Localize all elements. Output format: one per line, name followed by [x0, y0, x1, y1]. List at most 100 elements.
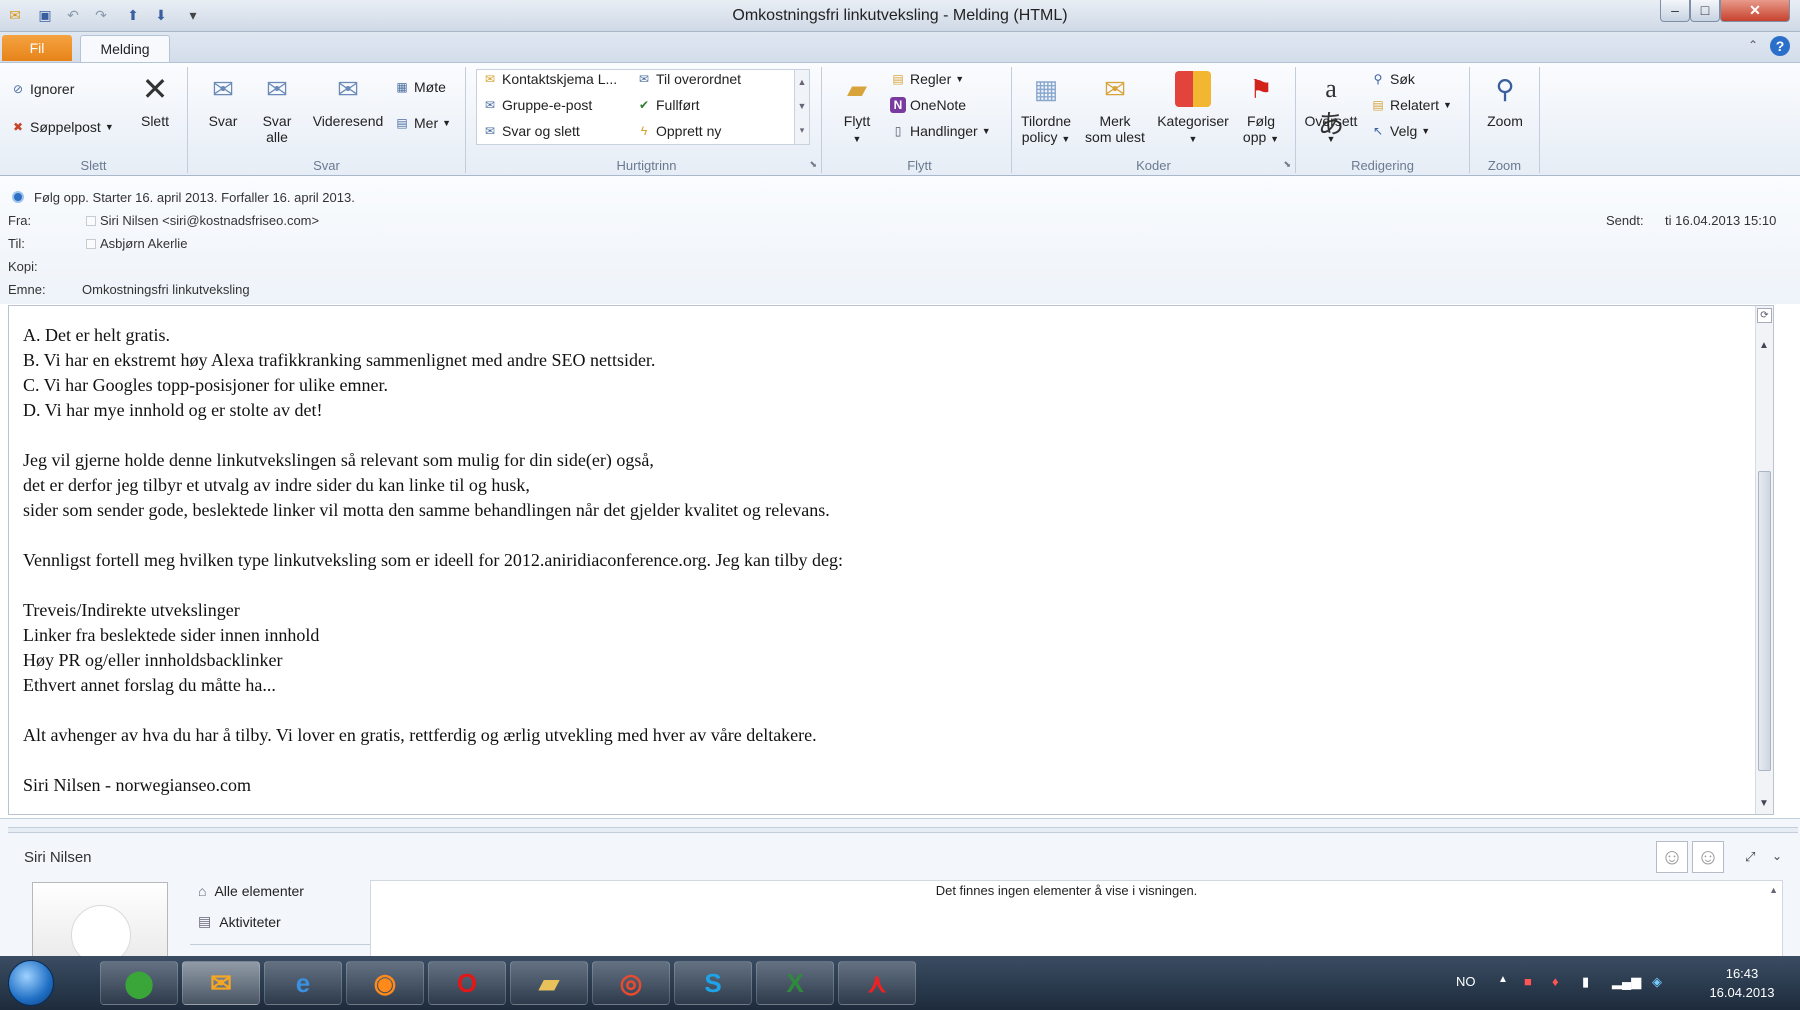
chrome-taskbar-icon[interactable]: ◎: [592, 961, 670, 1005]
people-pane-items: Det finnes ingen elementer å vise i visn…: [370, 880, 1783, 960]
quick-steps-scroll[interactable]: ▲ ▼ ▾: [794, 69, 810, 145]
maximize-button[interactable]: □: [1690, 0, 1720, 22]
delete-button[interactable]: ✕ Slett: [130, 71, 180, 129]
group-label-zoom: Zoom: [1487, 158, 1522, 173]
expand-icon[interactable]: ⤢: [1745, 849, 1755, 865]
sent-label: Sendt:: [1606, 213, 1644, 228]
outlook-taskbar-icon[interactable]: ✉: [182, 961, 260, 1005]
minimize-button[interactable]: –: [1660, 0, 1690, 22]
forward-button[interactable]: ✉ Videresend: [308, 71, 388, 129]
activities-link[interactable]: ▤ Aktiviteter: [198, 913, 281, 930]
translate-button[interactable]: aあ Oversett ▼: [1300, 71, 1362, 147]
start-button[interactable]: [8, 960, 54, 1006]
language-indicator[interactable]: NO: [1456, 974, 1476, 989]
quickstep-icon: ✉: [638, 72, 650, 86]
categorize-button[interactable]: Kategoriser ▼: [1152, 71, 1234, 147]
actions-button[interactable]: ▯ Handlinger ▼: [890, 123, 991, 139]
more-button[interactable]: ▤ Mer ▼: [394, 115, 451, 131]
skype-taskbar-icon[interactable]: S: [674, 961, 752, 1005]
taskbar-app-icon[interactable]: ⬤: [100, 961, 178, 1005]
message-body-text: A. Det er helt gratis. B. Vi har en ekst…: [23, 325, 843, 795]
quickstep-item[interactable]: ✔ Fullført: [636, 97, 700, 113]
excel-taskbar-icon[interactable]: X: [756, 961, 834, 1005]
quickstep-item[interactable]: ✉ Svar og slett: [482, 123, 580, 139]
move-button[interactable]: ▰ Flytt ▼: [834, 71, 880, 147]
group-svar: ✉ Svar ✉ Svar alle ✉ Videresend ▦ Møte ▤ Mer ▼ …: [188, 67, 466, 173]
close-button[interactable]: ✕: [1720, 0, 1790, 22]
person-icon[interactable]: ☺: [1692, 841, 1724, 873]
tab-message[interactable]: Melding: [80, 35, 170, 62]
chevron-down-icon[interactable]: ⌄: [1772, 849, 1782, 863]
onenote-icon: N: [890, 97, 906, 113]
select-button[interactable]: ↖ Velg ▼: [1370, 123, 1430, 139]
title-bar: ✉ ▣ ↶ ↷ ⬆ ⬇ ▾ Omkostningsfri linkutveksl…: [0, 0, 1800, 32]
categories-icon: [1175, 71, 1211, 107]
scroll-down-icon[interactable]: ▼: [1759, 798, 1769, 809]
reply-all-icon: ✉: [266, 74, 288, 104]
tray-app-icon[interactable]: ■: [1524, 974, 1532, 989]
power-icon[interactable]: ▮: [1582, 974, 1589, 990]
quickstep-icon: ✉: [484, 124, 496, 138]
binoculars-icon: ⚲: [1373, 72, 1383, 86]
search-button[interactable]: ⚲ Søk: [1370, 71, 1415, 87]
more-icon: ▤: [396, 116, 408, 130]
help-icon[interactable]: ?: [1770, 36, 1790, 56]
assign-policy-button[interactable]: ▦ Tilordne policy ▼: [1016, 71, 1076, 147]
volume-icon[interactable]: ◈: [1652, 974, 1662, 990]
ignore-button[interactable]: ⊘ Ignorer: [10, 81, 74, 97]
meeting-icon: ▦: [396, 80, 408, 94]
dialog-launcher-icon[interactable]: ⬊: [809, 159, 817, 170]
avatar: [32, 882, 168, 965]
magnifier-icon: ⚲: [1495, 74, 1515, 104]
zoom-button[interactable]: ⚲ Zoom: [1478, 71, 1532, 129]
home-icon: ⌂: [198, 883, 207, 899]
quickstep-item[interactable]: ✉ Til overordnet: [636, 71, 741, 87]
tray-app-icon[interactable]: ♦: [1552, 974, 1559, 989]
group-slett: ⊘ Ignorer ✖ Søppelpost ▼ ✕ Slett Slett: [0, 67, 188, 173]
taskbar: ⬤ ✉ e ◉ O ▰ ◎ S X ⋏ NO ▲ ■ ♦ ▮ ▂▄▆ ◈ 16:…: [0, 956, 1800, 1010]
group-flytt: ▰ Flytt ▼ ▤ Regler ▼ N OneNote ▯ Handlinger ▼ F…: [828, 67, 1012, 173]
follow-up-infobar[interactable]: Følg opp. Starter 16. april 2013. Forfal…: [34, 190, 355, 205]
pane-splitter[interactable]: [8, 827, 1798, 833]
quickstep-item[interactable]: ϟ Opprett ny: [636, 123, 722, 139]
network-icon[interactable]: ▂▄▆: [1612, 974, 1641, 990]
tray-expand-icon[interactable]: ▲: [1498, 974, 1508, 985]
dialog-launcher-icon[interactable]: ⬊: [1283, 159, 1291, 170]
clock[interactable]: 16:43 16.04.2013: [1692, 964, 1792, 1002]
group-zoom: ⚲ Zoom Zoom: [1470, 67, 1540, 173]
ribbon-tabs: Fil Melding ⌃ ?: [0, 32, 1800, 62]
to-value[interactable]: Asbjørn Akerlie: [100, 236, 187, 251]
firefox-taskbar-icon[interactable]: ◉: [346, 961, 424, 1005]
onenote-button[interactable]: N OneNote: [890, 97, 966, 113]
opera-taskbar-icon[interactable]: O: [428, 961, 506, 1005]
person-icon[interactable]: ☺: [1656, 841, 1688, 873]
scroll-options-icon[interactable]: ⟳: [1757, 308, 1772, 323]
presence-indicator: [86, 216, 96, 226]
all-items-link[interactable]: ⌂ Alle elementer: [198, 883, 304, 899]
ie-taskbar-icon[interactable]: e: [264, 961, 342, 1005]
junk-button[interactable]: ✖ Søppelpost ▼: [10, 119, 114, 135]
scroll-thumb[interactable]: [1758, 471, 1771, 771]
follow-up-button[interactable]: ⚑ Følg opp ▼: [1238, 71, 1284, 147]
explorer-taskbar-icon[interactable]: ▰: [510, 961, 588, 1005]
reply-all-button[interactable]: ✉ Svar alle: [254, 71, 300, 145]
window-title: Omkostningsfri linkutveksling - Melding …: [732, 7, 1068, 24]
quickstep-item[interactable]: ✉ Gruppe-e-post: [482, 97, 592, 113]
minimize-ribbon-icon[interactable]: ⌃: [1748, 38, 1758, 52]
quickstep-item[interactable]: ✉ Kontaktskjema L...: [482, 71, 617, 87]
meeting-button[interactable]: ▦ Møte: [394, 79, 446, 95]
tab-file[interactable]: Fil: [2, 35, 72, 61]
info-icon: [12, 191, 24, 203]
body-scrollbar[interactable]: ⟳ ▲ ▼: [1755, 306, 1773, 814]
related-button[interactable]: ▤ Relatert ▼: [1370, 97, 1452, 113]
scroll-up-icon[interactable]: ▲: [1769, 885, 1778, 895]
reply-button[interactable]: ✉ Svar: [200, 71, 246, 129]
rules-button[interactable]: ▤ Regler ▼: [890, 71, 964, 87]
junk-icon: ✖: [12, 120, 24, 134]
rules-icon: ▤: [892, 72, 904, 86]
mark-unread-button[interactable]: ✉ Merk som ulest: [1080, 71, 1150, 145]
from-value[interactable]: Siri Nilsen <siri@kostnadsfriseo.com>: [100, 213, 319, 228]
acrobat-taskbar-icon[interactable]: ⋏: [838, 961, 916, 1005]
scroll-up-icon[interactable]: ▲: [1759, 340, 1769, 351]
message-body[interactable]: A. Det er helt gratis. B. Vi har en ekst…: [8, 305, 1774, 815]
